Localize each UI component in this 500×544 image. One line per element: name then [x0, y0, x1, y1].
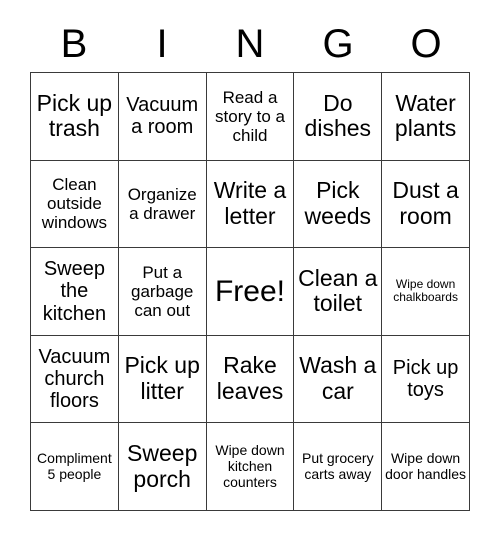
bingo-square[interactable]: Rake leaves — [206, 335, 295, 424]
free-space-label: Free! — [214, 274, 285, 308]
bingo-square-label: Put a garbage can out — [131, 262, 194, 320]
bingo-square-label: Compliment 5 people — [37, 450, 112, 482]
bingo-square-label: Pick up toys — [392, 356, 459, 402]
bingo-square[interactable]: Wipe down kitchen counters — [206, 423, 295, 511]
bingo-square[interactable]: Put grocery carts away — [294, 423, 383, 511]
bingo-square[interactable]: Pick up trash — [31, 73, 119, 161]
bingo-square-label: Pick up litter — [124, 352, 200, 405]
bingo-square-label: Organize a drawer — [127, 184, 197, 223]
bingo-square[interactable]: Organize a drawer — [118, 160, 207, 249]
header-letter-i: I — [156, 22, 168, 66]
bingo-square[interactable]: Sweep porch — [118, 423, 207, 511]
bingo-square[interactable]: Do dishes — [294, 73, 383, 161]
bingo-square-label: Vacuum a room — [126, 93, 199, 139]
bingo-square-label: Dust a room — [392, 177, 459, 229]
header-letter-n: N — [235, 22, 265, 66]
bingo-square[interactable]: Wipe down door handles — [382, 423, 470, 511]
bingo-square-label: Wipe down chalkboards — [393, 277, 458, 305]
bingo-free-space[interactable]: Free! — [206, 248, 295, 336]
bingo-square[interactable]: Wash a car — [294, 335, 383, 424]
bingo-square-label: Sweep porch — [127, 439, 198, 492]
bingo-square[interactable]: Pick up litter — [118, 335, 207, 424]
bingo-square-label: Wipe down kitchen counters — [215, 442, 285, 490]
header-letter-g: G — [322, 22, 354, 66]
bingo-square[interactable]: Wipe down chalkboards — [382, 248, 470, 336]
header-letter-b: B — [60, 22, 88, 66]
bingo-square[interactable]: Sweep the kitchen — [31, 248, 119, 336]
bingo-square-label: Read a story to a child — [215, 87, 285, 145]
bingo-square-label: Vacuum church floors — [38, 345, 111, 413]
bingo-header: B I N G O — [30, 16, 470, 72]
bingo-square[interactable]: Put a garbage can out — [118, 248, 207, 336]
bingo-square-label: Put grocery carts away — [301, 450, 374, 482]
bingo-square-label: Pick weeds — [304, 177, 372, 229]
bingo-square-label: Write a letter — [213, 177, 287, 229]
bingo-square[interactable]: Water plants — [382, 73, 470, 161]
bingo-square[interactable]: Pick up toys — [382, 335, 470, 424]
bingo-square[interactable]: Vacuum a room — [118, 73, 207, 161]
bingo-card: B I N G O Pick up trash Vacuum a room Read… — [0, 0, 500, 544]
bingo-square[interactable]: Vacuum church floors — [31, 335, 119, 424]
bingo-square-label: Wipe down door handles — [385, 450, 467, 482]
bingo-square-label: Sweep the kitchen — [42, 257, 107, 325]
bingo-square-label: Pick up trash — [36, 89, 113, 142]
header-letter-o: O — [410, 22, 442, 66]
bingo-square[interactable]: Clean a toilet — [294, 248, 383, 336]
bingo-square-label: Water plants — [394, 89, 457, 142]
bingo-square-label: Wash a car — [299, 352, 377, 405]
bingo-grid: Pick up trash Vacuum a room Read a story t… — [30, 72, 470, 511]
bingo-square[interactable]: Dust a room — [382, 160, 470, 249]
bingo-square-label: Do dishes — [304, 89, 372, 142]
bingo-square-label: Clean outside windows — [41, 175, 107, 233]
bingo-square[interactable]: Compliment 5 people — [31, 423, 119, 511]
bingo-square[interactable]: Read a story to a child — [206, 73, 295, 161]
bingo-square-label: Clean a toilet — [298, 264, 378, 317]
bingo-square-label: Rake leaves — [216, 352, 284, 405]
bingo-square[interactable]: Write a letter — [206, 160, 295, 249]
bingo-square[interactable]: Clean outside windows — [31, 160, 119, 249]
bingo-square[interactable]: Pick weeds — [294, 160, 383, 249]
